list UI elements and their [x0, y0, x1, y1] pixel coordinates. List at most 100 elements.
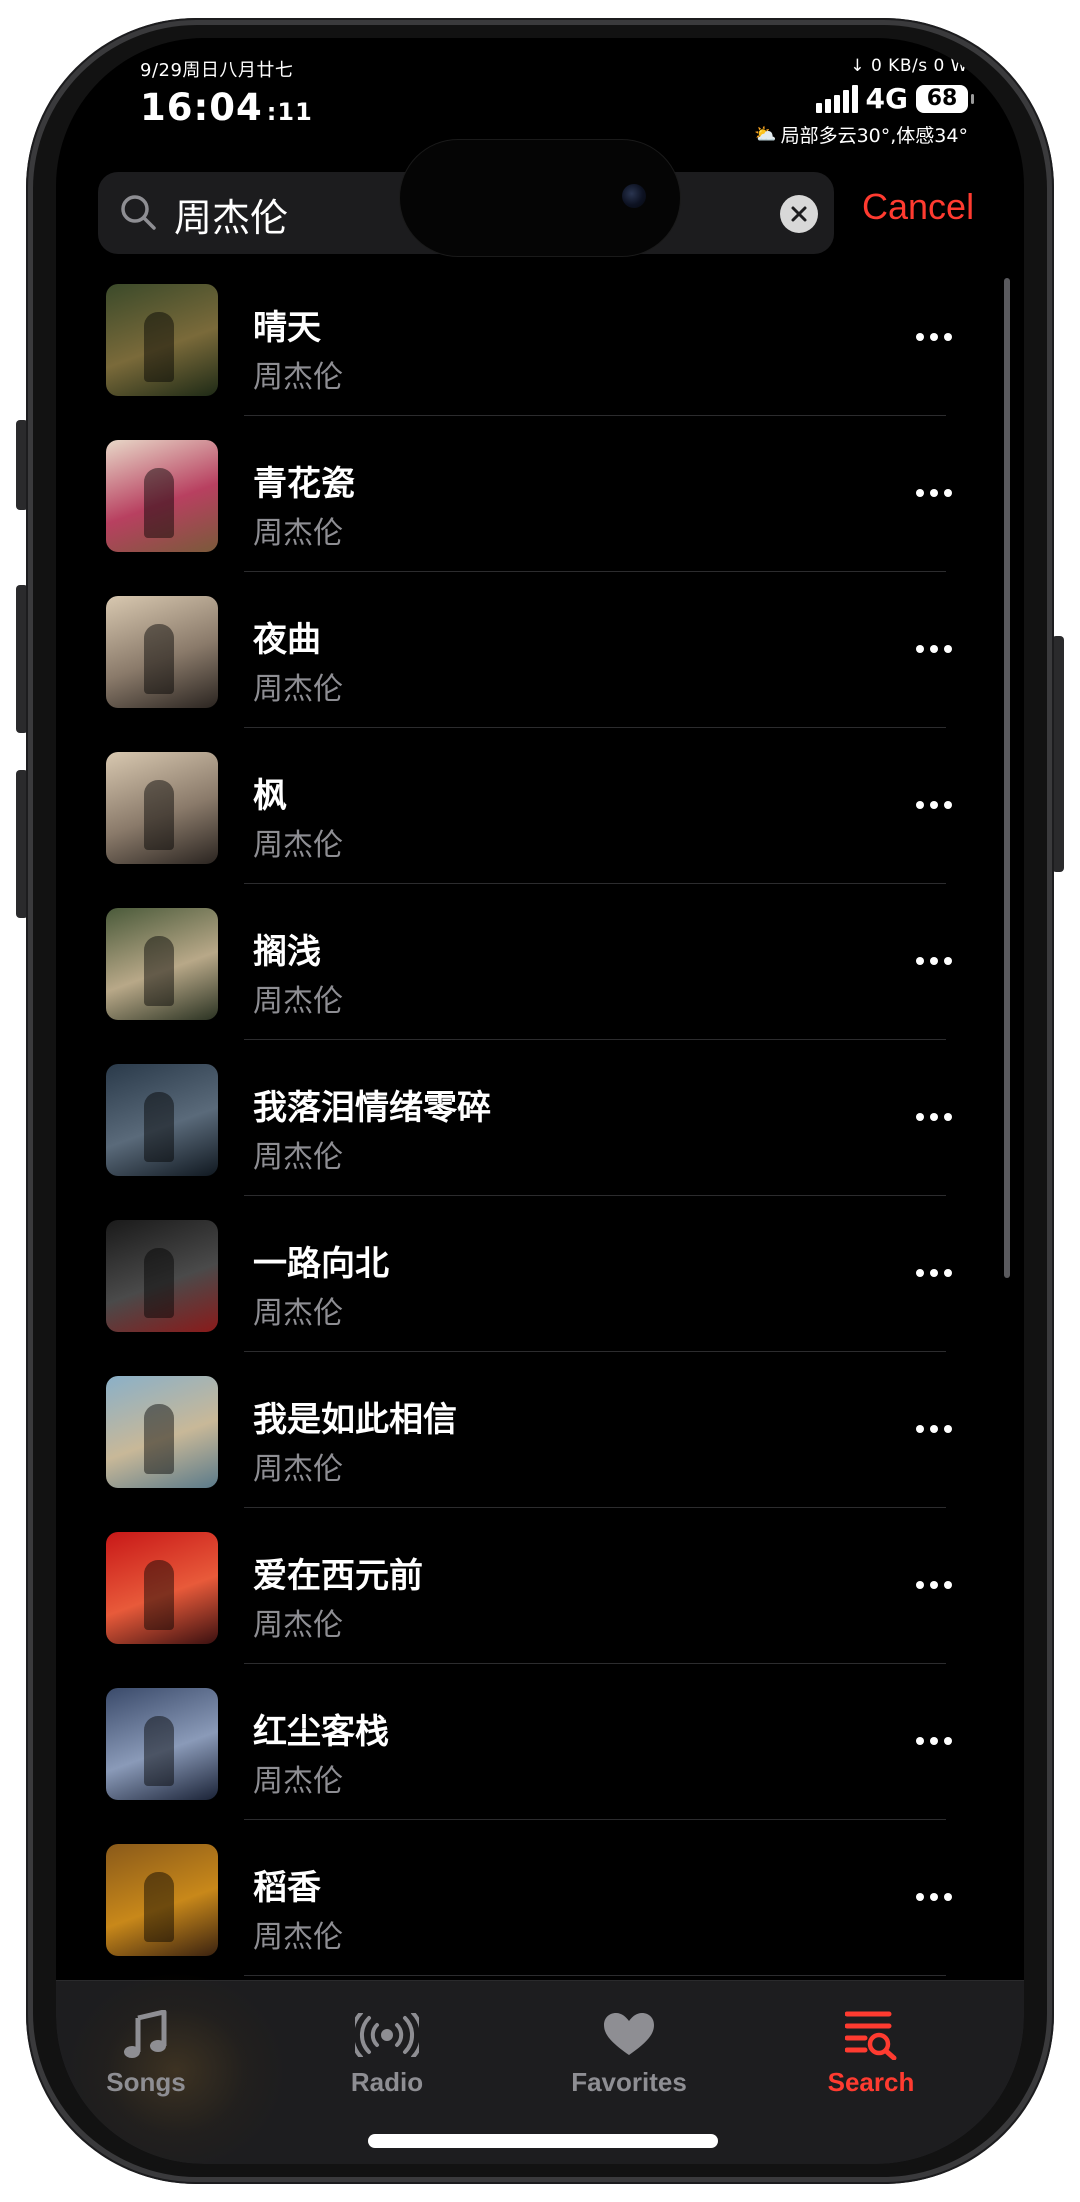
scrollbar[interactable]: [1004, 278, 1010, 1278]
ellipsis-dot-icon: [944, 645, 952, 653]
album-art-figure: [144, 936, 174, 1006]
status-date: 9/29周日八月廿七: [140, 60, 294, 81]
ellipsis-dot-icon: [930, 1425, 938, 1433]
more-options-button[interactable]: [906, 1570, 962, 1600]
song-title: 搁浅: [253, 932, 321, 972]
ellipsis-dot-icon: [944, 1581, 952, 1589]
song-title: 我是如此相信: [253, 1400, 457, 1440]
ellipsis-dot-icon: [930, 1113, 938, 1121]
song-title: 爱在西元前: [253, 1556, 423, 1596]
ellipsis-dot-icon: [930, 333, 938, 341]
ellipsis-dot-icon: [916, 645, 924, 653]
song-artist: 周杰伦: [253, 1452, 343, 1487]
tab-search-label: Search: [827, 2067, 915, 2097]
song-row[interactable]: 青花瓷 周杰伦: [56, 416, 1024, 572]
more-options-button[interactable]: [906, 322, 962, 352]
song-artist: 周杰伦: [253, 1920, 343, 1955]
more-options-button[interactable]: [906, 1882, 962, 1912]
ellipsis-dot-icon: [944, 1737, 952, 1745]
album-art: [106, 1532, 218, 1644]
album-art-figure: [144, 468, 174, 538]
more-options-button[interactable]: [906, 790, 962, 820]
song-row[interactable]: 夜曲 周杰伦: [56, 572, 1024, 728]
song-title: 夜曲: [253, 620, 321, 660]
ellipsis-dot-icon: [916, 1737, 924, 1745]
song-row[interactable]: 我是如此相信 周杰伦: [56, 1352, 1024, 1508]
clear-search-button[interactable]: [780, 195, 818, 233]
battery-icon: 68: [916, 84, 974, 113]
ellipsis-dot-icon: [944, 1893, 952, 1901]
ellipsis-dot-icon: [930, 645, 938, 653]
ellipsis-dot-icon: [944, 333, 952, 341]
song-artist: 周杰伦: [253, 1140, 343, 1175]
tab-favorites[interactable]: Favorites: [539, 2005, 719, 2115]
ellipsis-dot-icon: [944, 1425, 952, 1433]
song-row[interactable]: 红尘客栈 周杰伦: [56, 1664, 1024, 1820]
song-artist: 周杰伦: [253, 1296, 343, 1331]
more-options-button[interactable]: [906, 1102, 962, 1132]
home-indicator[interactable]: [368, 2134, 718, 2148]
album-art-figure: [144, 1872, 174, 1942]
weather-text: 局部多云30°,体感34°: [780, 125, 968, 147]
ellipsis-dot-icon: [944, 957, 952, 965]
song-artist: 周杰伦: [253, 984, 343, 1019]
song-row[interactable]: 搁浅 周杰伦: [56, 884, 1024, 1040]
album-art: [106, 752, 218, 864]
radio-icon: [355, 2013, 419, 2057]
ellipsis-dot-icon: [930, 801, 938, 809]
album-art-figure: [144, 624, 174, 694]
album-art-figure: [144, 1716, 174, 1786]
song-artist: 周杰伦: [253, 1608, 343, 1643]
song-row[interactable]: 晴天 周杰伦: [56, 260, 1024, 416]
status-bar-right: ↓ 0 KB/s 0 W 4G 68 ⛅ 局部多云30°,体感34°: [754, 56, 974, 148]
ellipsis-dot-icon: [944, 801, 952, 809]
tab-search[interactable]: Search: [781, 2005, 961, 2115]
song-row[interactable]: 枫周杰伦: [56, 728, 1024, 884]
tab-songs[interactable]: Songs: [56, 2005, 236, 2115]
close-icon: [791, 206, 807, 222]
cancel-button[interactable]: Cancel: [862, 186, 974, 228]
search-list-icon: [845, 2011, 897, 2060]
album-art-figure: [144, 1404, 174, 1474]
ellipsis-dot-icon: [930, 489, 938, 497]
ellipsis-dot-icon: [930, 957, 938, 965]
ellipsis-dot-icon: [916, 489, 924, 497]
ellipsis-dot-icon: [916, 1113, 924, 1121]
ellipsis-dot-icon: [916, 1581, 924, 1589]
status-indicators: 4G 68: [754, 82, 974, 115]
tab-radio-label: Radio: [350, 2067, 424, 2097]
song-artist: 周杰伦: [253, 516, 343, 551]
signal-icon: [815, 84, 858, 113]
tab-radio[interactable]: Radio: [297, 2005, 477, 2115]
dynamic-island: [400, 140, 680, 256]
more-options-button[interactable]: [906, 634, 962, 664]
ellipsis-dot-icon: [916, 1269, 924, 1277]
ellipsis-dot-icon: [916, 1893, 924, 1901]
status-time-seconds: :11: [266, 98, 313, 126]
more-options-button[interactable]: [906, 1414, 962, 1444]
song-title: 晴天: [253, 308, 321, 348]
status-time: 16:04:11: [140, 86, 313, 129]
more-options-button[interactable]: [906, 1258, 962, 1288]
song-row[interactable]: 爱在西元前 周杰伦: [56, 1508, 1024, 1664]
song-row[interactable]: 我落泪情绪零碎周杰伦: [56, 1040, 1024, 1196]
more-options-button[interactable]: [906, 1726, 962, 1756]
more-options-button[interactable]: [906, 478, 962, 508]
ellipsis-dot-icon: [930, 1581, 938, 1589]
ellipsis-dot-icon: [930, 1269, 938, 1277]
album-art-figure: [144, 1560, 174, 1630]
song-list: 晴天 周杰伦 青花瓷 周杰伦 夜曲 周杰伦枫周杰伦 搁浅 周杰伦 我落泪情绪零碎 周杰伦 一路向北周…: [56, 260, 1024, 1976]
song-artist: 周杰伦: [253, 1764, 343, 1799]
song-title: 我落泪情绪零碎: [253, 1088, 491, 1128]
device-stage: 9/29周日八月廿七 16:04:11 ↓ 0 KB/s 0 W 4G 68 ⛅…: [0, 0, 1080, 2202]
ellipsis-dot-icon: [944, 1113, 952, 1121]
song-row[interactable]: 一路向北 周杰伦: [56, 1196, 1024, 1352]
album-art: [106, 1376, 218, 1488]
song-row[interactable]: 稻香 周杰伦: [56, 1820, 1024, 1976]
music-note-icon: [124, 2010, 167, 2058]
status-time-hours: 16:04: [140, 86, 263, 129]
network-speed: ↓ 0 KB/s 0 W: [850, 56, 968, 76]
album-art-figure: [144, 1248, 174, 1318]
more-options-button[interactable]: [906, 946, 962, 976]
album-art-figure: [144, 780, 174, 850]
